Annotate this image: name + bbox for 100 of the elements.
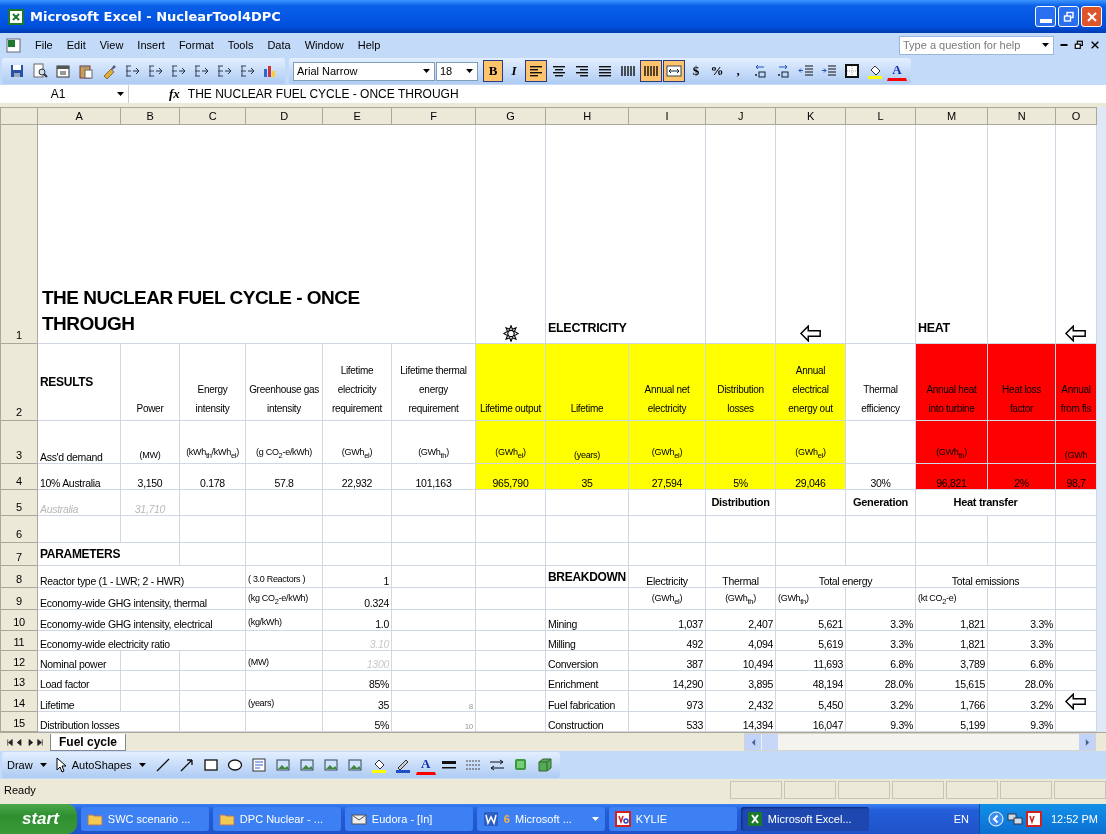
menu-item[interactable]: Tools (220, 39, 261, 51)
row-label: Ass'd demand (37, 421, 121, 464)
window-count: 6 (503, 813, 510, 825)
network-icon[interactable] (1006, 811, 1023, 827)
picture-icon (346, 757, 363, 773)
font-color-button[interactable]: A (887, 61, 907, 81)
taskbar-button[interactable]: Microsoft Excel... (740, 807, 869, 831)
column-header[interactable]: F (391, 107, 476, 125)
taskbar-button[interactable]: DPC Nuclear - ... (212, 807, 341, 831)
menu-item[interactable]: Data (260, 39, 298, 51)
start-button[interactable]: start (0, 804, 77, 834)
row-header[interactable]: 5 (0, 489, 38, 515)
menu-item[interactable]: Format (171, 39, 221, 51)
caret-icon[interactable] (423, 69, 430, 73)
spreadsheet-icon[interactable] (6, 37, 22, 53)
column-header[interactable]: A (37, 107, 121, 125)
sheet-tab[interactable]: Fuel cycle (50, 733, 127, 751)
vertical-lines-button[interactable] (640, 60, 662, 82)
outline-icon (124, 63, 140, 79)
column-heading: Lifetime electricity requirement (322, 343, 392, 421)
column-header[interactable]: M (915, 107, 988, 125)
caret-icon[interactable] (39, 763, 47, 767)
close-icon[interactable] (1090, 40, 1100, 50)
row-header[interactable]: 10 (0, 609, 38, 631)
caret-icon[interactable] (1042, 43, 1049, 47)
taskbar-button[interactable]: 6 Microsoft ... (476, 807, 605, 831)
muted-label: Australia (37, 489, 121, 515)
app-icon[interactable] (1025, 811, 1042, 827)
column-header[interactable]: I (628, 107, 706, 125)
row-header[interactable]: 15 (0, 711, 38, 732)
column-header[interactable]: J (705, 107, 776, 125)
column-header[interactable]: N (987, 107, 1056, 125)
column-header[interactable]: O (1055, 107, 1097, 125)
row-header[interactable]: 2 (0, 343, 38, 421)
caret-icon[interactable] (138, 763, 146, 767)
menu-item[interactable]: File (28, 39, 60, 51)
format-button[interactable]: , (728, 60, 748, 82)
caret-icon[interactable] (117, 92, 124, 96)
restore-button[interactable] (1058, 6, 1079, 27)
column-header[interactable]: B (120, 107, 180, 125)
row-header[interactable]: 13 (0, 670, 38, 691)
row-header[interactable]: 12 (0, 650, 38, 671)
column-header[interactable]: L (845, 107, 916, 125)
column-header[interactable]: C (179, 107, 246, 125)
horizontal-scrollbar[interactable] (744, 733, 1096, 751)
scroll-right-icon[interactable] (1084, 738, 1090, 746)
restore-icon[interactable] (1074, 40, 1084, 50)
minimize-icon[interactable] (1060, 44, 1068, 46)
vertical-scrollbar[interactable] (1097, 107, 1106, 732)
unit-label: (GWh$_{el}$) (322, 421, 392, 464)
taskbar-button[interactable]: Eudora - [In] (344, 807, 473, 831)
close-button[interactable] (1081, 6, 1102, 27)
taskbar-button[interactable]: SWC scenario ... (80, 807, 209, 831)
format-button[interactable]: % (707, 60, 727, 82)
taskbar-button[interactable]: KYLIE (608, 807, 737, 831)
column-header[interactable]: K (775, 107, 846, 125)
draw-menu-button[interactable]: Draw (6, 759, 34, 771)
tab-scroll-icon[interactable] (4, 737, 13, 747)
line-icon (154, 757, 171, 773)
merge-cells-button[interactable] (663, 60, 685, 82)
row-header[interactable]: 14 (0, 690, 38, 712)
row-header[interactable]: 7 (0, 542, 38, 566)
bold-button[interactable]: B (483, 60, 503, 82)
menu-item[interactable]: View (92, 39, 131, 51)
formula-field[interactable]: THE NUCLEAR FUEL CYCLE - ONCE THROUGH (187, 87, 459, 101)
chevron-left-icon[interactable] (987, 811, 1004, 827)
autoshapes-menu-button[interactable]: AutoShapes (70, 759, 133, 771)
row-header[interactable]: 8 (0, 565, 38, 588)
row-header[interactable]: 9 (0, 587, 38, 610)
column-heading: Annual from fis (1055, 343, 1097, 421)
row-header[interactable]: 4 (0, 463, 38, 490)
format-button[interactable]: $ (686, 60, 706, 82)
menu-item[interactable]: Help (350, 39, 388, 51)
language-indicator[interactable]: EN (947, 813, 975, 825)
unit-label: (g CO$_{2}$-e/kWh) (245, 421, 323, 464)
status-pane (730, 781, 782, 799)
column-header[interactable]: D (245, 107, 323, 125)
column-header[interactable]: E (322, 107, 392, 125)
column-header[interactable]: H (545, 107, 629, 125)
italic-button[interactable]: I (504, 60, 524, 82)
row-header[interactable]: 6 (0, 515, 38, 543)
row-header[interactable]: 3 (0, 421, 38, 464)
help-search-field[interactable]: Type a question for help (899, 35, 1054, 55)
scroll-left-icon[interactable] (750, 738, 756, 746)
font-color-button[interactable]: A (415, 755, 436, 775)
menu-item[interactable]: Edit (59, 39, 93, 51)
function-label[interactable]: fx (169, 86, 180, 102)
column-header[interactable]: G (475, 107, 546, 125)
scroll-thumb[interactable] (762, 734, 778, 750)
tab-scroll-icon[interactable] (37, 737, 46, 747)
minimize-button[interactable] (1035, 6, 1056, 27)
font-field[interactable]: Arial Narrow (293, 61, 435, 81)
row-header[interactable]: 11 (0, 630, 38, 651)
menu-item[interactable]: Insert (130, 39, 172, 51)
task-label: Microsoft Excel... (767, 813, 852, 825)
font-size-field[interactable]: 18 (436, 61, 478, 81)
row-header[interactable]: 1 (0, 124, 38, 344)
align-left-button[interactable] (525, 60, 547, 82)
caret-icon[interactable] (466, 69, 473, 73)
menu-item[interactable]: Window (297, 39, 351, 51)
